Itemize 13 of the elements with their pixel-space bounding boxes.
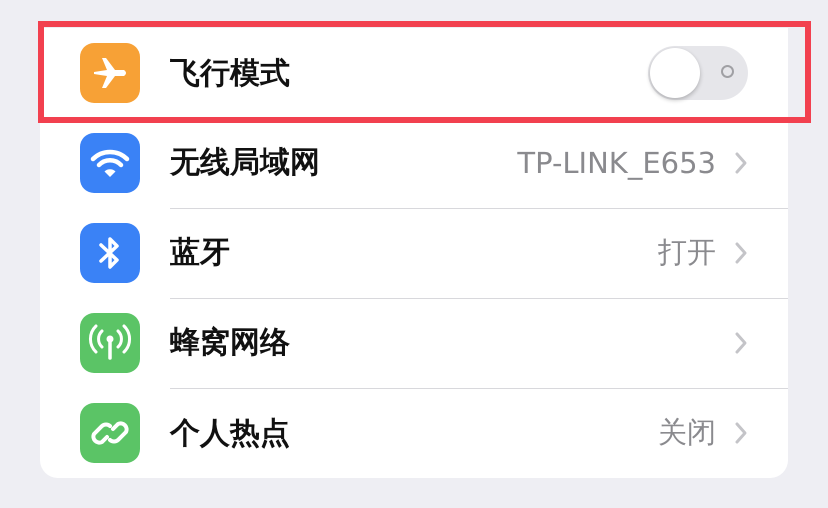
setting-value: 关闭 [658, 414, 716, 451]
setting-label: 无线局域网 [170, 144, 321, 182]
setting-label: 蜂窝网络 [170, 324, 291, 362]
setting-label: 个人热点 [170, 414, 291, 452]
chevron-icon[interactable] [734, 421, 748, 445]
chevron-icon[interactable] [734, 330, 748, 354]
chevron-icon[interactable] [734, 150, 748, 174]
setting-label: 飞行模式 [170, 54, 291, 92]
toggle-switch[interactable] [648, 46, 748, 100]
setting-label: 蓝牙 [170, 234, 231, 272]
chevron-icon[interactable] [734, 240, 748, 264]
setting-value: 打开 [658, 234, 716, 270]
setting-value: TP-LINK_E653 [517, 146, 716, 180]
